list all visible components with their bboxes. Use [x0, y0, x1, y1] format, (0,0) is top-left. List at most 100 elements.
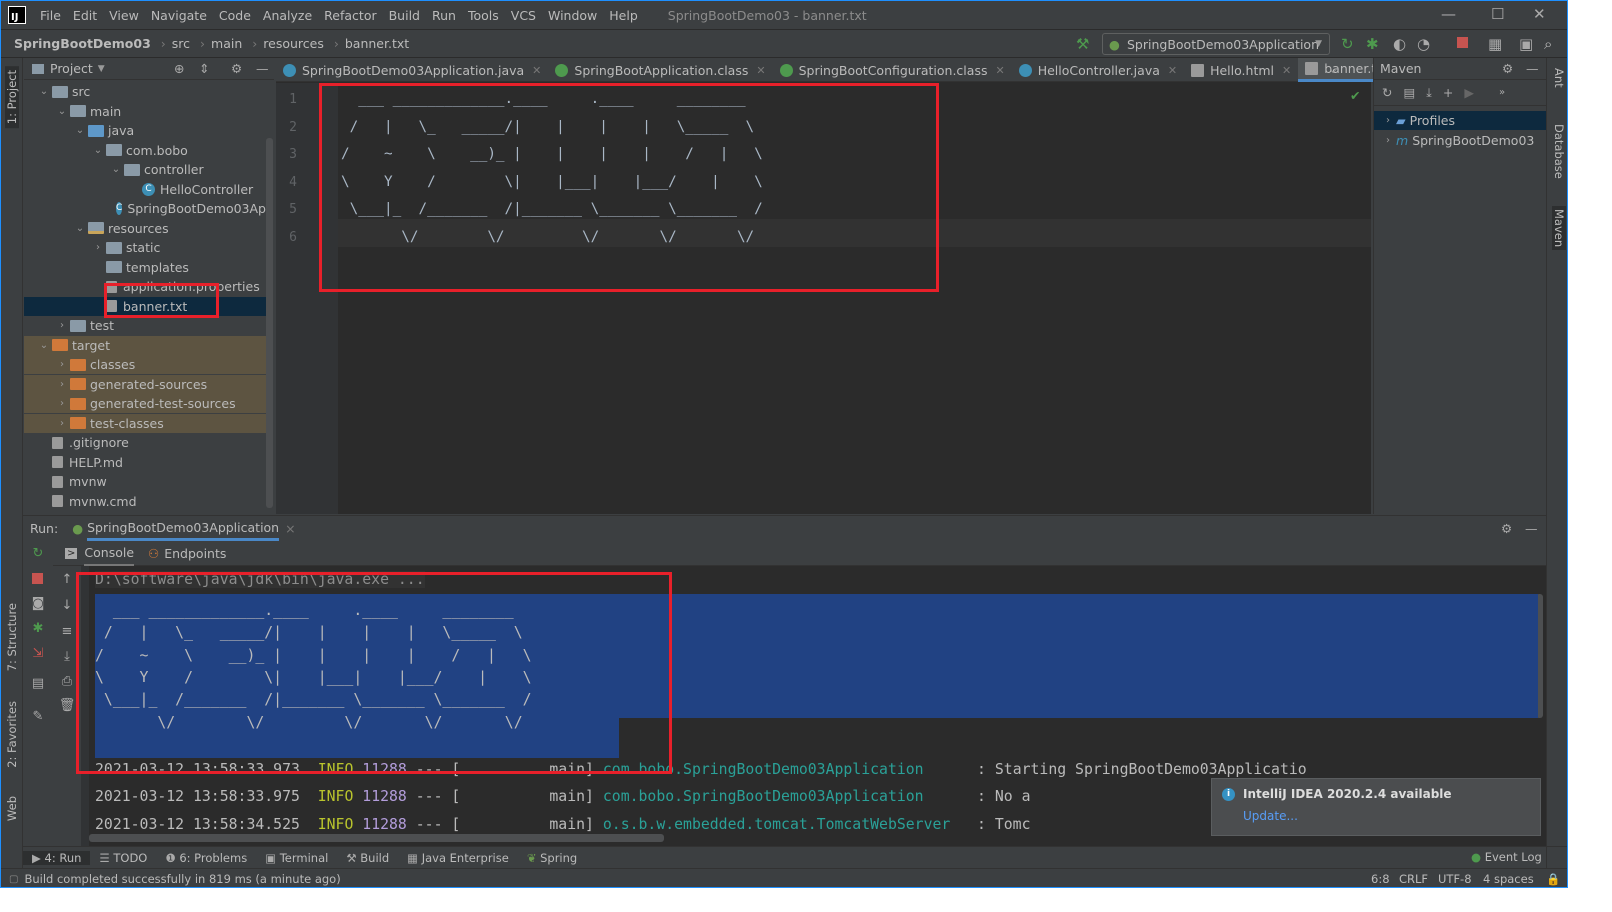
code-line[interactable]: \___|_ /_______ /|_______ \_______ \____… [341, 196, 763, 224]
line-separator[interactable]: CRLF [1399, 872, 1428, 886]
code-line[interactable]: ___ _____________.____ .____ ________ [341, 86, 745, 114]
close-tab-icon[interactable]: ✕ [995, 64, 1004, 77]
project-scrollbar[interactable] [266, 138, 273, 508]
tree-item[interactable]: › generated-test-sources [24, 394, 266, 413]
chevron-icon[interactable]: › [54, 375, 70, 394]
soft-wrap-icon[interactable]: ≡ [57, 624, 77, 639]
structure-tool-button[interactable]: 7: Structure [5, 603, 19, 671]
caret-position[interactable]: 6:8 [1371, 872, 1390, 886]
pin-icon[interactable]: ✎ [28, 709, 48, 724]
tree-item[interactable]: mvnw.cmd [24, 492, 266, 511]
tree-item[interactable]: ⌄ target [24, 335, 266, 355]
reload-icon[interactable]: ↻ [1382, 85, 1392, 100]
build-hammer-icon[interactable]: ⚒ [1076, 35, 1089, 53]
hide-icon[interactable]: — [1525, 521, 1538, 536]
tree-item[interactable]: HELP.md [24, 453, 266, 472]
run-config-dropdown[interactable]: ● SpringBootDemo03Application ▼ [1102, 33, 1330, 55]
add-project-icon[interactable]: ▤ [1403, 85, 1415, 100]
maximize-button[interactable]: ☐ [1491, 5, 1504, 23]
tab-springbootapplication-class[interactable]: SpringBootApplication.class ✕ [548, 58, 772, 82]
settings-gear-icon[interactable]: ⚙ [1501, 521, 1512, 536]
tab-list-chevron-icon[interactable]: ⌄ [1328, 61, 1338, 76]
tab-springbootconfiguration-class[interactable]: SpringBootConfiguration.class ✕ [773, 58, 1012, 82]
debug-icon[interactable]: ✱ [28, 621, 48, 636]
maven-item-project[interactable]: › m SpringBootDemo03 [1374, 131, 1534, 150]
layout-icon[interactable]: ▤ [28, 676, 48, 691]
menu-code[interactable]: Code [213, 8, 257, 23]
menu-vcs[interactable]: VCS [505, 8, 542, 23]
tool-4-run[interactable]: ▶ 4: Run [23, 850, 91, 865]
run-icon[interactable]: ▶ [1464, 85, 1474, 100]
tree-item[interactable]: ⌄ controller [24, 160, 266, 179]
tree-item[interactable]: ⌄ src [24, 82, 266, 101]
menu-navigate[interactable]: Navigate [145, 8, 213, 23]
download-icon[interactable]: ⤓ [1426, 85, 1432, 101]
ant-tool-button[interactable]: Ant [1552, 68, 1566, 88]
chevron-icon[interactable]: ⌄ [36, 82, 52, 101]
collapse-icon[interactable]: ⇕ [199, 61, 209, 76]
chevron-icon[interactable]: ⌄ [72, 121, 88, 140]
console-hscrollbar[interactable] [89, 834, 664, 842]
breadcrumb-resources[interactable]: resources [263, 36, 324, 51]
code-line[interactable]: / | \_ _____/| | | | \_____ \ [341, 114, 755, 142]
maven-tool-button[interactable]: Maven [1552, 206, 1566, 251]
tree-item[interactable]: ⌄ resources [24, 219, 266, 238]
settings-gear-icon[interactable]: ⚙ [1502, 61, 1513, 76]
menu-analyze[interactable]: Analyze [257, 8, 318, 23]
tool-todo[interactable]: ☰ TODO [90, 851, 156, 865]
database-tool-button[interactable]: Database [1552, 124, 1566, 179]
menu-refactor[interactable]: Refactor [318, 8, 382, 23]
tree-item[interactable]: › generated-sources [24, 374, 266, 394]
close-tab-icon[interactable]: × [285, 521, 295, 536]
project-structure-icon[interactable]: ▦ [1488, 35, 1502, 53]
web-tool-button[interactable]: Web [5, 796, 19, 821]
add-icon[interactable]: + [1443, 85, 1453, 100]
hide-icon[interactable]: — [1526, 61, 1539, 76]
breadcrumb-src[interactable]: src [172, 36, 190, 51]
console-tab[interactable]: Console [84, 541, 135, 566]
tab-springbootdemo03application-java[interactable]: SpringBootDemo03Application.java ✕ [276, 58, 548, 82]
indent-setting[interactable]: 4 spaces [1483, 872, 1534, 886]
locate-icon[interactable]: ⊕ [174, 61, 184, 76]
chevron-icon[interactable]: ⌄ [54, 102, 70, 121]
breadcrumb-project[interactable]: SpringBootDemo03 [14, 36, 151, 51]
chevron-icon[interactable]: ⌄ [72, 219, 88, 238]
terminal-icon[interactable]: ▣ [1519, 35, 1533, 53]
tree-item[interactable]: .gitignore [24, 433, 266, 452]
search-icon[interactable]: ⌕ [1544, 35, 1552, 53]
chevron-icon[interactable]: ⌄ [36, 336, 52, 355]
tool-6-problems[interactable]: ❶ 6: Problems [156, 851, 256, 865]
code-line[interactable]: \/ \/ \/ \/ \/ [341, 224, 754, 252]
tree-item[interactable]: C SpringBootDemo03Ap [24, 199, 266, 218]
update-link[interactable]: Update... [1243, 809, 1298, 823]
run-tab[interactable]: SpringBootDemo03Application [87, 517, 280, 541]
status-message[interactable]: Build completed successfully in 819 ms (… [24, 872, 340, 886]
tree-item[interactable]: mvnw [24, 472, 266, 491]
debug-icon[interactable]: ✱ [1366, 35, 1379, 53]
chevron-icon[interactable]: › [54, 355, 70, 374]
profile-icon[interactable]: ◔ [1417, 35, 1430, 53]
tool-terminal[interactable]: ▣ Terminal [256, 851, 337, 865]
tree-item[interactable]: banner.txt [24, 296, 266, 316]
scroll-to-end-icon[interactable]: ⤓ [57, 649, 77, 664]
close-tab-icon[interactable]: ✕ [756, 64, 765, 77]
scroll-up-icon[interactable]: ↑ [57, 572, 77, 587]
rerun-icon[interactable]: ↻ [1341, 35, 1354, 53]
menu-view[interactable]: View [103, 8, 145, 23]
more-icon[interactable]: » [1499, 87, 1505, 98]
menu-run[interactable]: Run [426, 8, 462, 23]
project-view-dropdown[interactable]: Project [50, 61, 93, 76]
tool-build[interactable]: ⚒ Build [337, 851, 398, 865]
chevron-icon[interactable]: ⌄ [108, 160, 124, 179]
tree-item[interactable]: ⌄ main [24, 102, 266, 121]
chevron-icon[interactable]: › [54, 414, 70, 433]
tab-hellocontroller-java[interactable]: HelloController.java ✕ [1012, 58, 1184, 82]
minimize-button[interactable]: — [1441, 5, 1456, 23]
tool-java-enterprise[interactable]: ▦ Java Enterprise [398, 851, 518, 865]
tree-item[interactable]: › static [24, 238, 266, 257]
tree-item[interactable]: application.properties [24, 277, 266, 296]
breadcrumb-file[interactable]: banner.txt [345, 36, 409, 51]
menu-help[interactable]: Help [603, 8, 644, 23]
tree-item[interactable]: C HelloController [24, 180, 266, 199]
tree-item[interactable]: › test [24, 316, 266, 335]
